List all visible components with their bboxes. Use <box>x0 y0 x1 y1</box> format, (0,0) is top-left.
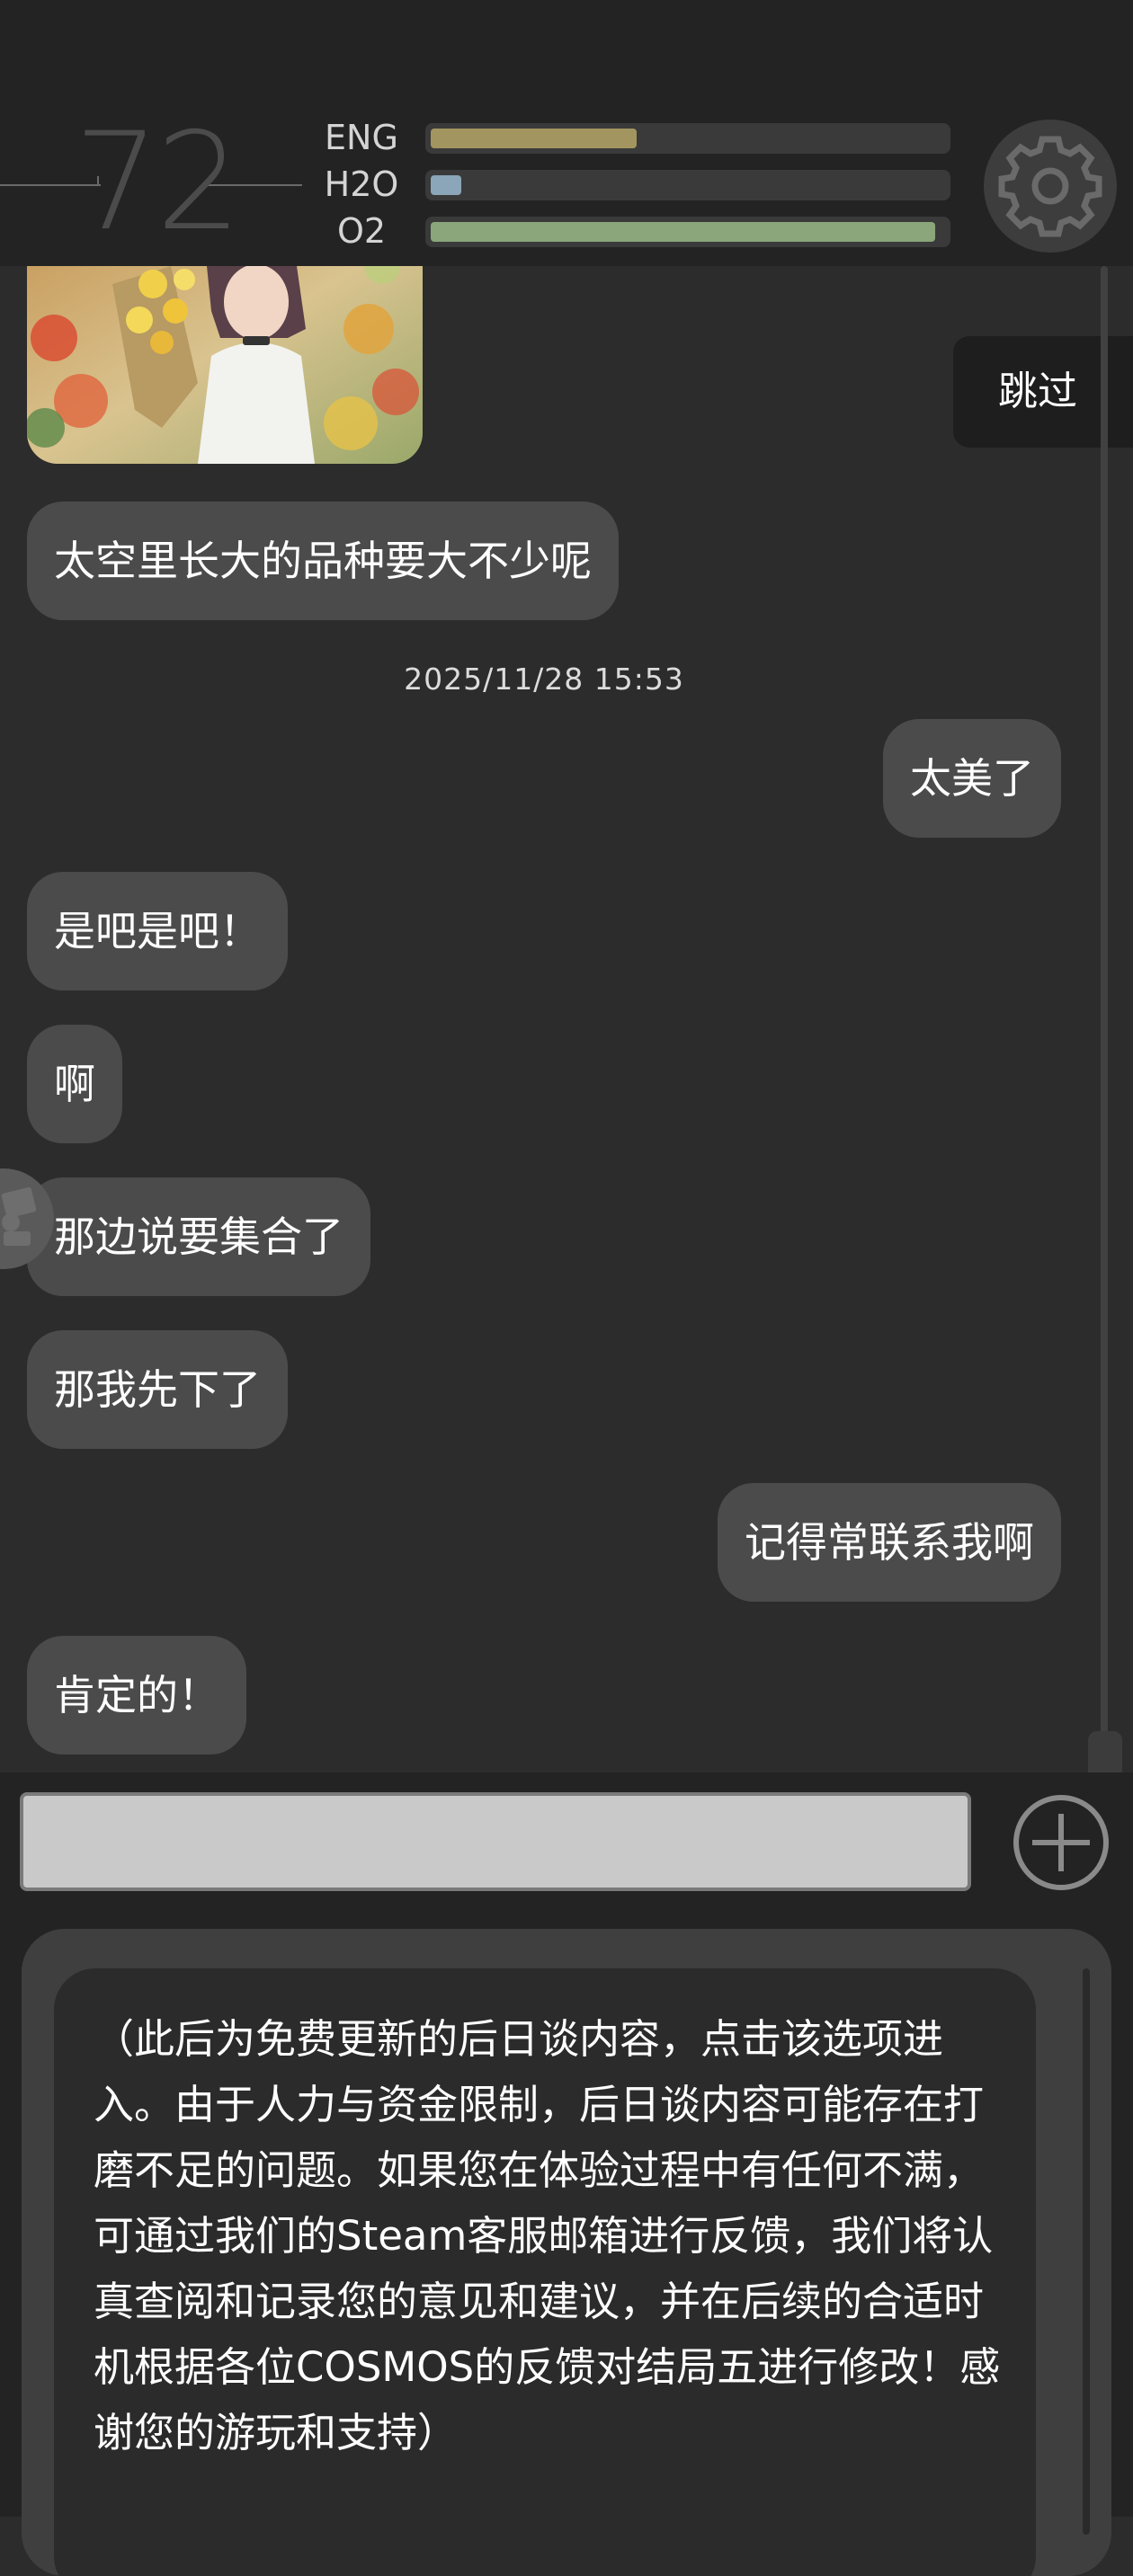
chat-scrollbar-thumb[interactable] <box>1088 1731 1122 1772</box>
stat-fill-eng <box>431 129 637 148</box>
message-timestamp: 2025/11/28 15:53 <box>404 662 684 697</box>
message-bubble-left: 那边说要集合了 <box>27 1177 370 1296</box>
chat-log[interactable]: 跳过 太空里长大的品种要大不少呢 2025/11/28 15:53 太美了 是吧… <box>0 266 1133 1772</box>
message-bubble-left: 太空里长大的品种要大不少呢 <box>27 502 619 620</box>
message-bubble-left: 那我先下了 <box>27 1330 288 1449</box>
dialogue-option[interactable]: （此后为免费更新的后日谈内容，点击该选项进入。由于人力与资金限制，后日谈内容可能… <box>54 1968 1036 2576</box>
stat-label-h2o: H2O <box>324 164 399 204</box>
message-input[interactable] <box>20 1792 971 1891</box>
stat-label-eng: ENG <box>325 118 398 157</box>
chat-scrollbar-track[interactable] <box>1101 266 1108 1758</box>
message-bubble-right: 太美了 <box>883 719 1061 838</box>
stat-label-o2: O2 <box>336 211 387 251</box>
dialogue-option-text: （此后为免费更新的后日谈内容，点击该选项进入。由于人力与资金限制，后日谈内容可能… <box>94 2015 1001 2456</box>
stat-bar-eng <box>425 123 950 154</box>
add-button[interactable] <box>1011 1792 1111 1893</box>
stat-bar-o2 <box>425 217 950 247</box>
plus-circle-icon <box>1013 1795 1109 1890</box>
options-panel: （此后为免费更新的后日谈内容，点击该选项进入。由于人力与资金限制，后日谈内容可能… <box>22 1929 1111 2576</box>
message-bubble-left: 是吧是吧！ <box>27 872 288 990</box>
options-scrollbar[interactable] <box>1083 1968 1090 2535</box>
settings-button[interactable] <box>984 120 1117 253</box>
hud-bar: 72 ENG H2O O2 <box>0 99 1133 266</box>
message-bubble-right: 记得常联系我啊 <box>718 1483 1061 1602</box>
options-area: （此后为免费更新的后日谈内容，点击该选项进入。由于人力与资金限制，后日谈内容可能… <box>0 1913 1133 2576</box>
gear-icon <box>998 136 1102 237</box>
flower-portrait-image <box>27 266 423 464</box>
input-bar <box>0 1772 1133 1913</box>
status-strip <box>0 0 1133 99</box>
stat-fill-h2o <box>431 175 461 195</box>
chat-image[interactable] <box>27 266 423 464</box>
stat-fill-o2 <box>431 222 935 242</box>
message-bubble-left: 肯定的！ <box>27 1636 246 1754</box>
message-bubble-left: 啊 <box>27 1025 122 1143</box>
level-number: 72 <box>74 104 242 261</box>
stat-bar-h2o <box>425 170 950 200</box>
